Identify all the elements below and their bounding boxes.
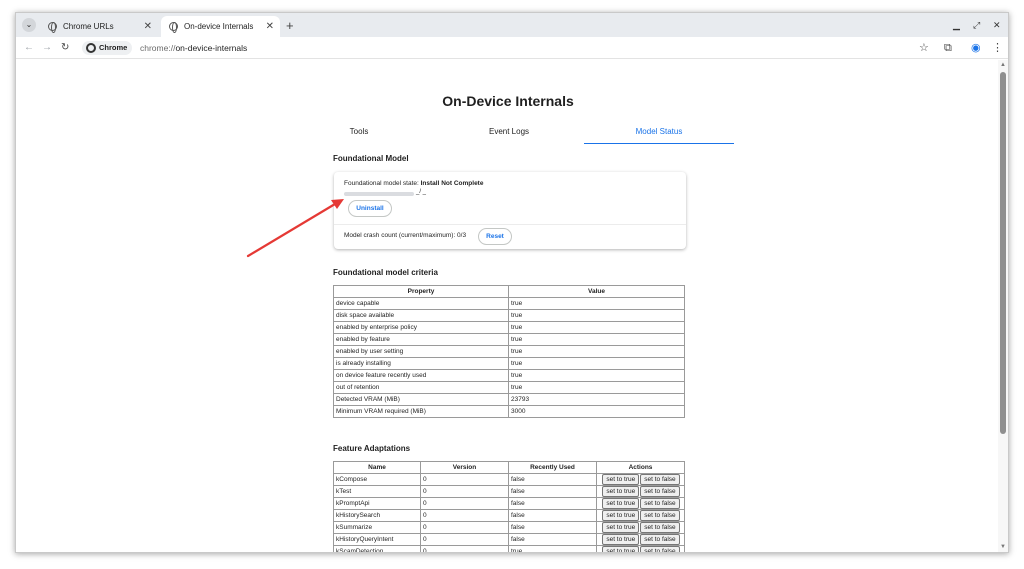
annotation-arrow bbox=[246, 199, 344, 258]
arrow-line bbox=[246, 202, 337, 258]
